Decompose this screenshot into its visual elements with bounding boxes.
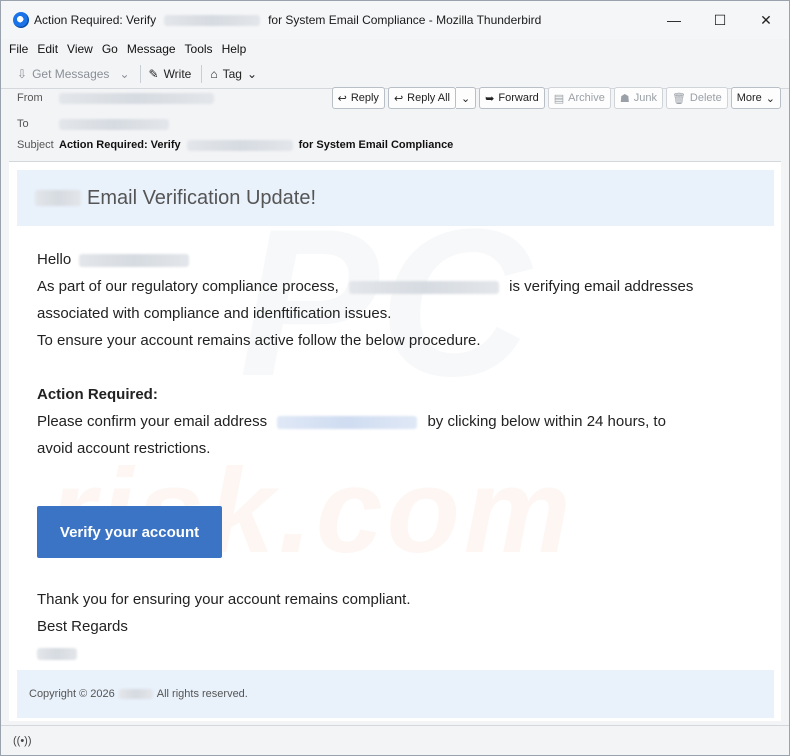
subject-label: Subject	[17, 139, 54, 151]
redacted-from-address	[59, 92, 214, 104]
redacted-company-name	[348, 280, 499, 294]
body-line2: associated with compliance and idenftifi…	[37, 305, 392, 322]
email-content: Hello As part of our regulatory complian…	[37, 246, 737, 462]
chevron-down-icon: ⌄	[246, 66, 258, 81]
email-footer: Copyright © 2026 All rights reserved.	[17, 670, 774, 718]
regards-line: Best Regards	[37, 618, 128, 635]
chevron-down-icon: ⌄	[119, 66, 130, 81]
connection-status-icon[interactable]: ((•))	[13, 735, 32, 747]
confirm-line-c: avoid account restrictions.	[37, 440, 211, 457]
get-messages-dropdown[interactable]: ⌄	[119, 67, 129, 81]
redacted-brand-logo	[35, 190, 81, 206]
menu-file[interactable]: File	[9, 42, 28, 56]
reply-label: Reply	[350, 92, 379, 104]
toolbar-separator	[139, 64, 141, 83]
junk-button[interactable]: ☗ Junk	[613, 87, 663, 109]
action-required-heading: Action Required:	[37, 386, 158, 403]
subject-suffix: for System Email Compliance	[298, 139, 454, 151]
chevron-down-icon: ⌄	[460, 92, 471, 105]
reply-all-dropdown[interactable]: ⌄	[455, 87, 477, 109]
download-icon: ⇩	[17, 66, 28, 81]
email-banner: Email Verification Update!	[17, 170, 774, 226]
delete-button[interactable]: 🗑 Delete	[665, 87, 728, 109]
tag-icon: ⌂	[210, 66, 218, 81]
tag-label: Tag	[222, 66, 242, 81]
to-label: To	[17, 118, 29, 130]
reply-all-icon: ↩	[393, 92, 404, 105]
forward-label: Forward	[498, 92, 539, 104]
from-label: From	[17, 92, 43, 104]
menu-tools[interactable]: Tools	[185, 42, 213, 56]
message-body: PC risk.com Email Verification Update! H…	[9, 161, 781, 721]
subject-row: Subject Action Required: Verify for Syst…	[17, 139, 453, 151]
trash-icon: 🗑	[671, 92, 686, 105]
menu-help[interactable]: Help	[222, 42, 247, 56]
email-closing: Thank you for ensuring your account rema…	[37, 586, 411, 667]
redacted-subject-text	[186, 139, 293, 151]
menu-view[interactable]: View	[67, 42, 93, 56]
redacted-title-text	[164, 14, 261, 26]
junk-label: Junk	[633, 92, 657, 104]
get-messages-label: Get Messages	[32, 66, 110, 81]
archive-icon: ▤	[553, 92, 565, 105]
from-row: From	[17, 92, 214, 104]
reply-icon: ↩	[337, 92, 347, 105]
forward-button[interactable]: ➥ Forward	[479, 87, 545, 109]
verify-account-button[interactable]: Verify your account	[37, 506, 222, 558]
footer-copyright: Copyright © 2026	[29, 688, 115, 700]
body-line1-b: is verifying email addresses	[509, 278, 694, 295]
title-bar: Action Required: Verify for System Email…	[1, 1, 789, 39]
body-line1-a: As part of our regulatory compliance pro…	[37, 278, 339, 295]
minimize-button[interactable]: —	[651, 1, 697, 39]
write-button[interactable]: ✎ Write	[149, 67, 192, 81]
confirm-line-b: by clicking below within 24 hours, to	[427, 413, 666, 430]
window-title-prefix: Action Required: Verify	[34, 13, 157, 27]
thanks-line: Thank you for ensuring your account rema…	[37, 591, 411, 608]
more-button[interactable]: More ⌄	[730, 87, 781, 109]
status-bar: ((•))	[1, 725, 789, 755]
chevron-down-icon: ⌄	[765, 92, 775, 105]
junk-icon: ☗	[619, 92, 630, 105]
redacted-to-address	[59, 118, 169, 130]
more-label: More	[736, 92, 762, 104]
thunderbird-logo-icon	[13, 12, 29, 28]
greeting: Hello	[37, 251, 72, 268]
message-header: From To Subject Action Required: Verify …	[9, 84, 781, 162]
footer-rights: All rights reserved.	[156, 688, 248, 700]
get-messages-button[interactable]: ⇩ Get Messages	[17, 67, 109, 81]
menu-edit[interactable]: Edit	[37, 42, 58, 56]
archive-label: Archive	[568, 92, 605, 104]
confirm-line-a: Please confirm your email address	[37, 413, 268, 430]
thunderbird-window: Action Required: Verify for System Email…	[0, 0, 790, 756]
window-title-suffix: for System Email Compliance - Mozilla Th…	[268, 13, 542, 27]
menu-message[interactable]: Message	[127, 42, 176, 56]
write-label: Write	[163, 66, 192, 81]
menu-go[interactable]: Go	[102, 42, 118, 56]
forward-icon: ➥	[485, 92, 495, 105]
menu-bar: File Edit View Go Message Tools Help	[1, 39, 789, 59]
redacted-recipient-name	[79, 253, 190, 267]
body-line3: To ensure your account remains active fo…	[37, 332, 481, 349]
redacted-footer-company	[118, 689, 153, 699]
reply-button[interactable]: ↩ Reply	[331, 87, 385, 109]
subject-prefix: Action Required: Verify	[59, 139, 181, 151]
message-actions: ↩ Reply ↩ Reply All ⌄ ➥ Forward ▤ Archiv…	[329, 87, 781, 109]
redacted-signature	[37, 648, 77, 661]
close-button[interactable]: ✕	[743, 1, 789, 39]
redacted-email-address	[277, 415, 418, 429]
tag-button[interactable]: ⌂ Tag ⌄	[210, 67, 257, 81]
archive-button[interactable]: ▤ Archive	[547, 87, 611, 109]
pencil-icon: ✎	[148, 66, 159, 81]
toolbar-separator	[201, 64, 203, 83]
maximize-button[interactable]: ☐	[697, 1, 743, 39]
banner-title: Email Verification Update!	[87, 186, 317, 209]
to-row: To	[17, 118, 169, 130]
delete-label: Delete	[689, 92, 722, 104]
reply-all-label: Reply All	[407, 92, 450, 104]
reply-all-button[interactable]: ↩ Reply All	[387, 87, 456, 109]
